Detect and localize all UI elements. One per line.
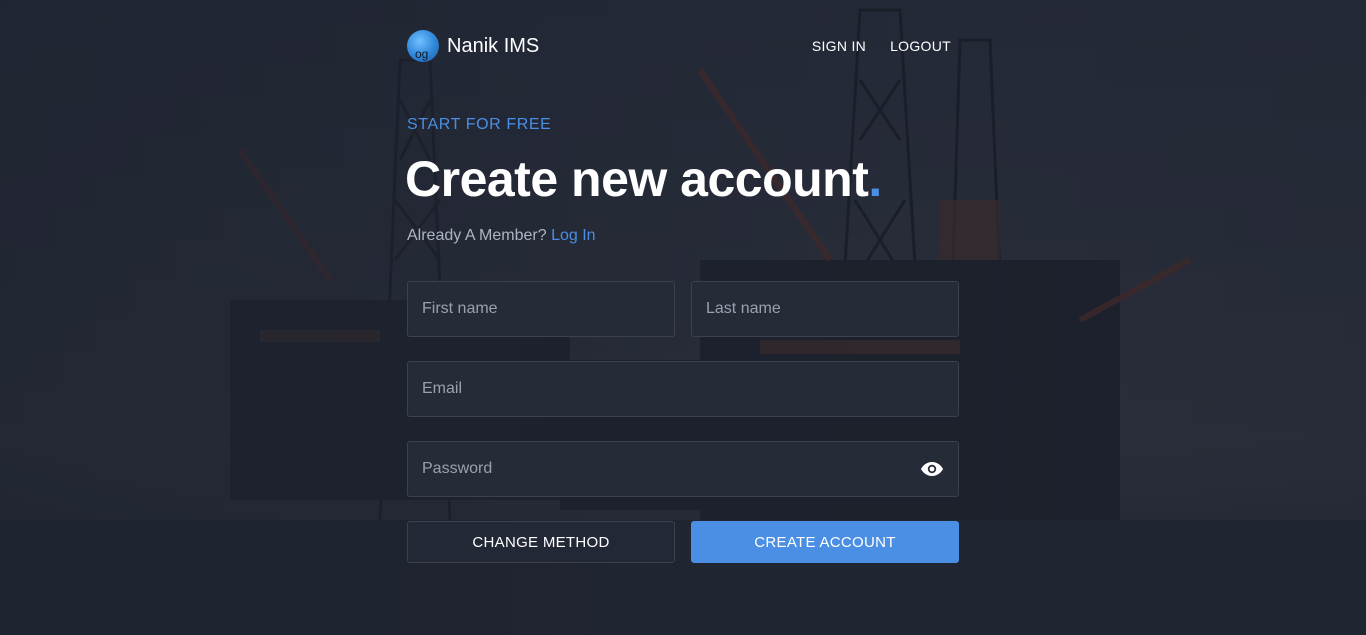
password-field [407,441,959,497]
already-member-line: Already A Member? Log In [407,227,596,245]
email-field [407,361,959,417]
last-name-field [691,281,959,337]
login-link[interactable]: Log In [551,227,595,244]
password-input[interactable] [422,442,912,496]
sign-in-link[interactable]: SIGN IN [812,38,866,54]
last-name-input[interactable] [706,282,944,336]
create-account-button[interactable]: CREATE ACCOUNT [691,521,959,563]
eye-icon[interactable] [920,457,944,481]
logout-link[interactable]: LOGOUT [890,38,951,54]
top-header: Nanik IMS SIGN IN LOGOUT [407,30,951,62]
title-accent-dot: . [868,151,882,207]
eyebrow-text: START FOR FREE [407,116,552,133]
first-name-input[interactable] [422,282,660,336]
page-title: Create new account. [405,150,882,208]
background-overlay [0,0,1366,635]
already-member-text: Already A Member? [407,227,547,244]
logo-icon [407,30,439,62]
top-nav: SIGN IN LOGOUT [812,38,951,54]
brand-name: Nanik IMS [447,34,540,57]
page-title-text: Create new account [405,151,869,207]
email-input[interactable] [422,362,944,416]
first-name-field [407,281,675,337]
brand[interactable]: Nanik IMS [407,30,539,62]
change-method-button[interactable]: CHANGE METHOD [407,521,675,563]
